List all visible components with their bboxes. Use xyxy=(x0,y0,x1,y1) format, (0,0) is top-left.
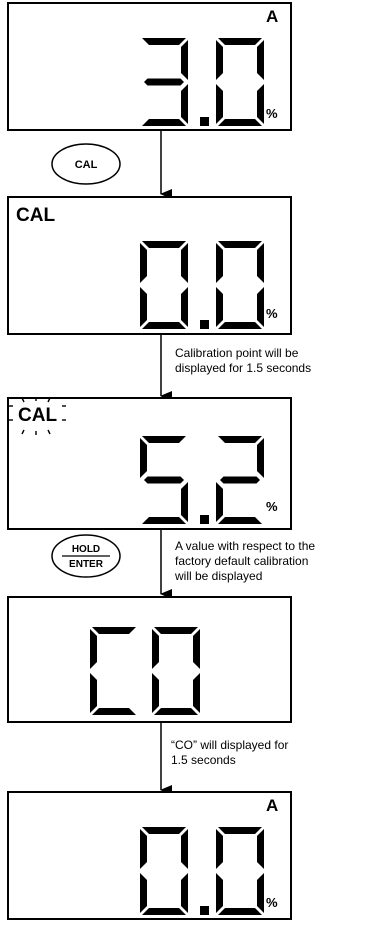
segment-b xyxy=(257,438,264,478)
segment-d xyxy=(142,119,186,126)
segment-d xyxy=(142,322,186,329)
segment-a xyxy=(142,436,186,443)
segment-d xyxy=(154,708,198,715)
note-line: displayed for 1.5 seconds xyxy=(175,361,311,375)
segment-c xyxy=(257,287,264,327)
segment-f xyxy=(216,829,223,869)
lcd-unit-label: % xyxy=(266,499,278,514)
segment-c xyxy=(257,84,264,124)
segment-c xyxy=(181,873,188,913)
note-line: A value with respect to the xyxy=(175,539,315,553)
segment-f xyxy=(216,243,223,283)
segment-e xyxy=(152,673,159,713)
segment-d xyxy=(218,517,262,524)
segment-e xyxy=(140,873,147,913)
note-line: will be displayed xyxy=(174,569,262,583)
step-note: Calibration point will be displayed for … xyxy=(175,346,311,375)
segment-g xyxy=(144,78,184,86)
segment-c xyxy=(257,873,264,913)
segment-f xyxy=(140,243,147,283)
segment-c xyxy=(181,287,188,327)
lcd-screen-4 xyxy=(7,596,292,723)
segment-b xyxy=(181,40,188,80)
enter-label: ENTER xyxy=(69,559,104,570)
segment-a xyxy=(92,627,136,634)
lcd-corner-label: A xyxy=(266,796,278,815)
step-note: A value with respect to the factory defa… xyxy=(174,539,318,583)
segment-b xyxy=(257,243,264,283)
segment-d xyxy=(92,708,136,715)
decimal-point xyxy=(200,320,209,329)
segment-a xyxy=(142,241,186,248)
flow-canvas: A % CAL CAL % Calibration point will be … xyxy=(7,2,318,920)
segment-a xyxy=(142,827,186,834)
segment-e xyxy=(216,84,223,124)
segment-f xyxy=(140,438,147,478)
segment-d xyxy=(142,517,186,524)
segment-d xyxy=(218,119,262,126)
segment-a xyxy=(218,436,262,443)
segment-e xyxy=(140,287,147,327)
lcd-screen-5: A % xyxy=(7,791,292,920)
calibration-flow-diagram: A % CAL CAL % Calibration point will be … xyxy=(0,0,369,923)
segment-a xyxy=(218,241,262,248)
segment-b xyxy=(257,40,264,80)
segment-e xyxy=(216,287,223,327)
segment-a xyxy=(218,827,262,834)
cal-button-label: CAL xyxy=(75,159,98,171)
note-line: “CO” will displayed for xyxy=(171,738,288,752)
segment-d xyxy=(218,908,262,915)
note-line: Calibration point will be xyxy=(175,346,299,360)
segment-e xyxy=(90,673,97,713)
segment-c xyxy=(181,84,188,124)
lcd-screen-1: A % xyxy=(7,2,292,131)
segment-a xyxy=(142,38,186,45)
segment-e xyxy=(216,482,223,522)
segment-a xyxy=(218,38,262,45)
segment-d xyxy=(142,908,186,915)
lcd-screen-2: CAL % xyxy=(7,196,292,335)
segment-g xyxy=(220,476,260,484)
decimal-point xyxy=(200,515,209,524)
hold-label: HOLD xyxy=(72,544,100,555)
segment-b xyxy=(181,243,188,283)
lcd-unit-label: % xyxy=(266,106,278,121)
segment-d xyxy=(218,322,262,329)
lcd-screen-3: CAL % xyxy=(7,397,292,530)
segment-a xyxy=(154,627,198,634)
lcd-unit-label: % xyxy=(266,306,278,321)
hold-enter-button[interactable]: HOLD ENTER xyxy=(51,534,121,578)
segment-b xyxy=(181,829,188,869)
note-line: 1.5 seconds xyxy=(171,753,236,767)
segment-f xyxy=(140,829,147,869)
decimal-point xyxy=(200,906,209,915)
segment-b xyxy=(257,829,264,869)
segment-e xyxy=(216,873,223,913)
segment-g xyxy=(144,476,184,484)
lcd-unit-label: % xyxy=(266,895,278,910)
segment-c xyxy=(193,673,200,713)
lcd-cal-label: CAL xyxy=(18,405,57,426)
lcd-cal-label: CAL xyxy=(16,205,55,226)
segment-f xyxy=(216,40,223,80)
segment-b xyxy=(193,629,200,669)
step-note: “CO” will displayed for 1.5 seconds xyxy=(171,738,292,767)
segment-f xyxy=(152,629,159,669)
segment-c xyxy=(181,482,188,522)
segment-f xyxy=(90,629,97,669)
decimal-point xyxy=(200,117,209,126)
cal-button[interactable]: CAL xyxy=(51,143,121,185)
note-line: factory default calibration xyxy=(175,554,308,568)
lcd-corner-label: A xyxy=(266,7,278,26)
